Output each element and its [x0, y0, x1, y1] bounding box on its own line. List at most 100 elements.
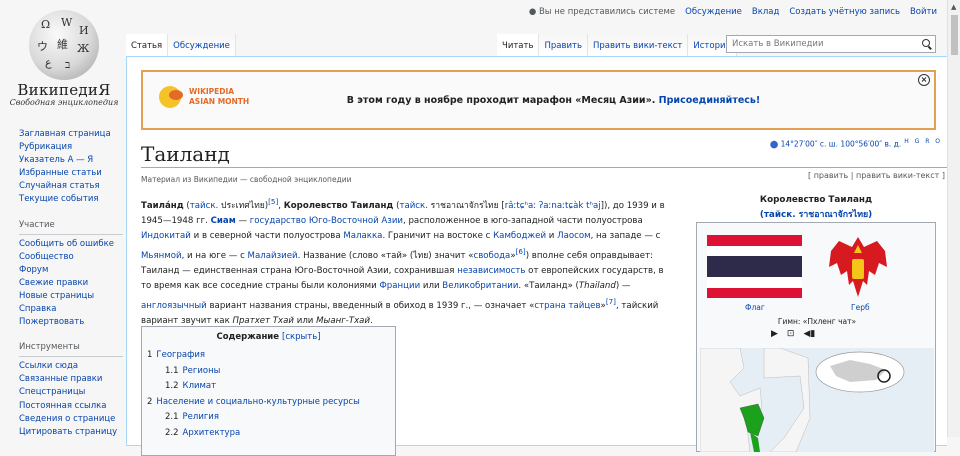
sidebar-participation-item-2[interactable]: Форум: [19, 264, 127, 277]
link[interactable]: râːtɕʰaː ʔaːnaːtɕàk tʰaj: [505, 201, 601, 211]
link[interactable]: Мьянмой: [141, 251, 182, 261]
toc-toggle[interactable]: [скрыть]: [282, 332, 321, 342]
emblem-caption[interactable]: Герб: [851, 303, 870, 312]
toc-number: 1.2: [165, 381, 179, 391]
toc-link[interactable]: Население и социально-культурные ресурсы: [156, 397, 359, 407]
link[interactable]: Малакка: [343, 231, 382, 241]
anon-user: ● Вы не представились системе: [529, 7, 675, 17]
volume-icon[interactable]: ◀▮: [803, 329, 815, 339]
sidebar-nav-item-0[interactable]: Заглавная страница: [19, 128, 127, 141]
sidebar-tools-item-0[interactable]: Ссылки сюда: [19, 360, 127, 373]
link[interactable]: Малайзией: [248, 251, 298, 261]
link[interactable]: Юго-Восточной Азии: [309, 216, 403, 226]
flag-stripe: [707, 245, 802, 256]
sidebar-participation-item-0[interactable]: Сообщить об ошибке: [19, 238, 127, 251]
link[interactable]: Камбоджей: [493, 231, 546, 241]
toc-item[interactable]: 2.2 Архитектура: [147, 426, 390, 442]
toc-title: Содержание [скрыть]: [147, 332, 390, 342]
sidebar-tools-item-3[interactable]: Постоянная ссылка: [19, 400, 127, 413]
sidebar-tools-item-1[interactable]: Связанные правки: [19, 373, 127, 386]
tab-read[interactable]: Читать: [497, 34, 540, 57]
toc-link[interactable]: География: [156, 350, 205, 360]
link[interactable]: страна тайцев: [534, 301, 600, 311]
search-placeholder: Искать в Википедии: [732, 39, 824, 49]
banner-join-link[interactable]: Присоединяйтесь!: [659, 95, 761, 106]
ref[interactable]: [7]: [606, 297, 616, 306]
settings-icon[interactable]: ⊡: [787, 329, 795, 339]
flag-caption[interactable]: Флаг: [745, 303, 765, 312]
sidebar-participation-item-6[interactable]: Пожертвовать: [19, 316, 127, 329]
tools-heading: Инструменты: [19, 342, 80, 353]
close-icon[interactable]: ×: [918, 74, 930, 86]
personal-tools: ● Вы не представились системе Обсуждение…: [529, 7, 937, 17]
link[interactable]: независимость: [457, 266, 525, 276]
flag-stripe: [707, 235, 802, 246]
sidebar-tools-item-2[interactable]: Спецстраницы: [19, 386, 127, 399]
ref[interactable]: [5]: [268, 197, 278, 206]
banner-message: В этом году в ноябре проходит марафон «М…: [143, 95, 934, 106]
link[interactable]: Франции: [379, 281, 420, 291]
audio-player: ▶ ⊡ ◀▮: [771, 327, 845, 341]
scroll-thumb[interactable]: [951, 15, 958, 55]
sidebar-nav-item-4[interactable]: Случайная статья: [19, 180, 127, 193]
tab-talk[interactable]: Обсуждение: [168, 34, 236, 57]
toc-item[interactable]: 1.2 Климат: [147, 379, 390, 395]
edit-links[interactable]: [ править | править вики-текст ]: [808, 171, 945, 180]
divider: [141, 167, 948, 168]
map-pin-icon: ⬤: [769, 139, 779, 149]
sidebar-nav-item-1[interactable]: Рубрикация: [19, 141, 127, 154]
sidebar-participation-item-3[interactable]: Свежие правки: [19, 277, 127, 290]
wikipedia-logo[interactable]: ΩWИ ウ維Ж عב ВикипедиЯ Свободная энциклопе…: [0, 0, 128, 120]
search-icon[interactable]: [922, 39, 930, 47]
link[interactable]: Сиам: [211, 216, 236, 226]
infobox-native-name[interactable]: (тайск. ราชอาณาจักรไทย): [760, 210, 872, 220]
banner-text: В этом году в ноябре проходит марафон «М…: [346, 95, 656, 106]
thailand-flag[interactable]: [707, 235, 802, 298]
link[interactable]: Индокитай: [141, 231, 191, 241]
toc-item[interactable]: 2.1 Религия: [147, 410, 390, 426]
link[interactable]: тайск.: [399, 201, 428, 211]
search-input[interactable]: Искать в Википедии: [726, 35, 936, 53]
toc-item[interactable]: 1.1 Регионы: [147, 364, 390, 380]
sidebar-nav-item-5[interactable]: Текущие события: [19, 193, 127, 206]
tab-edit-source[interactable]: Править вики-текст: [587, 34, 689, 57]
play-icon[interactable]: ▶: [771, 329, 778, 339]
coordinates-link[interactable]: 14°27′00″ с. ш. 100°56′00″ в. д.: [781, 140, 902, 149]
location-map[interactable]: [700, 348, 934, 452]
sidebar-tools-item-4[interactable]: Сведения о странице: [19, 413, 127, 426]
sidebar-nav-item-3[interactable]: Избранные статьи: [19, 167, 127, 180]
infobox-body: Флаг Герб Гимн: «Пхленг чат» ▶ ⊡ ◀▮: [696, 222, 936, 452]
link[interactable]: англоязычный: [141, 301, 207, 311]
infobox: Королевство Таиланд (тайск. ราชอาณาจักรไ…: [696, 192, 936, 452]
link[interactable]: государство: [250, 216, 306, 226]
ref[interactable]: [6]: [516, 247, 526, 256]
create-account-link[interactable]: Создать учётную запись: [789, 7, 900, 17]
toc-link[interactable]: Регионы: [183, 366, 221, 376]
tab-article[interactable]: Статья: [126, 34, 169, 57]
link[interactable]: тайск.: [190, 201, 219, 211]
tab-edit[interactable]: Править: [539, 34, 588, 57]
garuda-emblem[interactable]: [825, 231, 891, 303]
login-link[interactable]: Войти: [910, 7, 937, 17]
talk-link[interactable]: Обсуждение: [685, 7, 742, 17]
link[interactable]: Великобритании: [442, 281, 518, 291]
infobox-subtitle: (тайск. ราชอาณาจักรไทย): [696, 210, 936, 222]
sidebar-participation-item-4[interactable]: Новые страницы: [19, 290, 127, 303]
sidebar-participation-item-1[interactable]: Сообщество: [19, 251, 127, 264]
toc-item[interactable]: 2 Население и социально-культурные ресурс…: [147, 395, 390, 411]
toc-link[interactable]: Архитектура: [183, 428, 241, 438]
contributions-link[interactable]: Вклад: [752, 7, 779, 17]
coordinates-services[interactable]: H G R O: [904, 138, 942, 145]
toc-item[interactable]: 1 География: [147, 348, 390, 364]
sidebar-nav-item-2[interactable]: Указатель А — Я: [19, 154, 127, 167]
link[interactable]: Лаосом: [557, 231, 590, 241]
tagline: Материал из Википедии — свободной энцикл…: [141, 175, 352, 184]
link[interactable]: свобода: [473, 251, 510, 261]
sidebar-participation-item-5[interactable]: Справка: [19, 303, 127, 316]
toc-link[interactable]: Религия: [183, 412, 219, 422]
scrollbar[interactable]: ▲: [947, 0, 960, 437]
coordinates: ⬤ 14°27′00″ с. ш. 100°56′00″ в. д. H G R …: [770, 138, 942, 149]
scroll-up-icon[interactable]: ▲: [951, 3, 956, 11]
divider: [19, 233, 123, 235]
toc-link[interactable]: Климат: [183, 381, 217, 391]
